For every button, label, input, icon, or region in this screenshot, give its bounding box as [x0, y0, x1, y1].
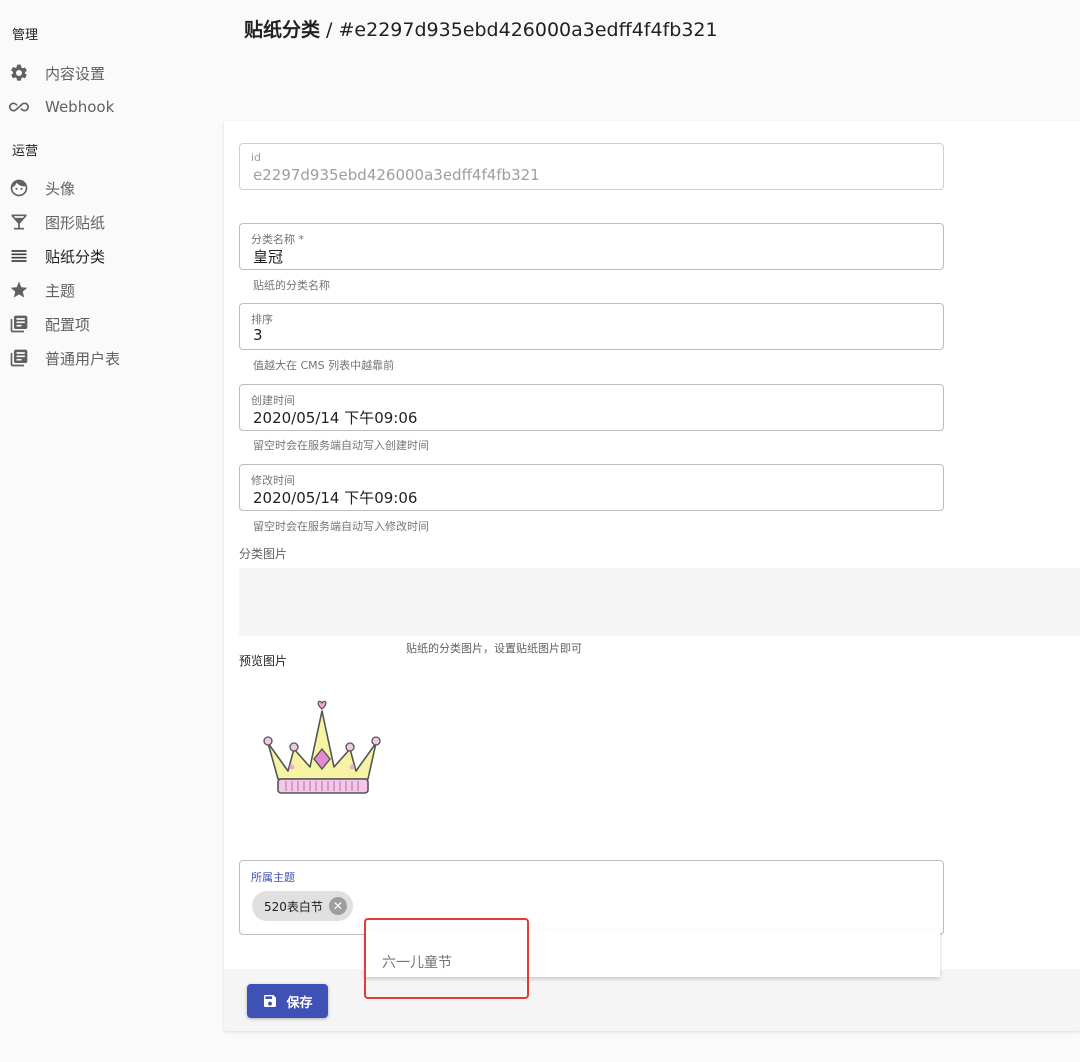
form-toolbar	[224, 969, 1080, 1031]
id-field: id e2297d935ebd426000a3edff4f4fb321	[239, 143, 944, 190]
sidebar-item-label: 主题	[45, 281, 76, 300]
cocktail-icon	[9, 212, 29, 232]
theme-suggestion-dropdown: 六一儿童节	[364, 930, 940, 977]
order-label: 排序	[251, 313, 273, 326]
star-icon	[9, 280, 29, 300]
image-dropzone-helper: 贴纸的分类图片，设置贴纸图片即可	[406, 642, 582, 655]
category-name-label: 分类名称 *	[251, 233, 304, 246]
theme-select-field[interactable]: 所属主题 520表白节 ✕	[239, 860, 944, 935]
theme-suggestion-item[interactable]: 六一儿童节	[382, 952, 452, 972]
theme-field-label: 所属主题	[251, 871, 295, 884]
category-image-label: 分类图片	[239, 547, 288, 561]
sidebar-item-label: 图形贴纸	[45, 213, 106, 232]
face-icon	[9, 178, 29, 198]
save-icon	[264, 995, 277, 1007]
save-button[interactable]: 保存	[247, 984, 328, 1018]
library-icon	[9, 314, 29, 334]
save-button-label: 保存	[286, 995, 313, 1011]
image-dropzone[interactable]	[239, 568, 1080, 636]
page-title-record-id: #e2297d935ebd426000a3edff4f4fb321	[338, 19, 718, 41]
sidebar-item-stickers[interactable]: 图形贴纸	[0, 205, 222, 239]
sidebar-item-label: 内容设置	[45, 64, 106, 83]
sidebar-item-label: Webhook	[45, 98, 115, 116]
sidebar-item-label: 贴纸分类	[45, 247, 106, 266]
created-at-field[interactable]: 创建时间 2020/05/14 下午09:06	[239, 384, 944, 431]
sidebar-item-label: 头像	[45, 179, 76, 198]
sidebar-item-webhook[interactable]: Webhook	[0, 90, 222, 124]
sidebar-item-label: 配置项	[45, 315, 91, 334]
created-at-helper: 留空时会在服务端自动写入创建时间	[253, 439, 429, 452]
updated-at-field[interactable]: 修改时间 2020/05/14 下午09:06	[239, 464, 944, 511]
order-field[interactable]: 排序 3	[239, 303, 944, 350]
id-field-value: e2297d935ebd426000a3edff4f4fb321	[253, 166, 540, 184]
infinity-icon	[9, 97, 29, 117]
library-icon	[9, 348, 29, 368]
sidebar-item-label: 普通用户表	[45, 349, 121, 368]
updated-at-label: 修改时间	[251, 474, 295, 487]
sidebar-item-users[interactable]: 普通用户表	[0, 341, 222, 375]
page-title-resource: 贴纸分类	[244, 19, 321, 41]
created-at-label: 创建时间	[251, 394, 295, 407]
order-value: 3	[253, 326, 263, 344]
order-helper: 值越大在 CMS 列表中越靠前	[253, 359, 395, 372]
sidebar-item-themes[interactable]: 主题	[0, 273, 222, 307]
id-field-label: id	[251, 151, 262, 164]
crown-preview-image	[263, 700, 381, 794]
category-name-field[interactable]: 分类名称 * 皇冠	[239, 223, 944, 270]
page-title: 贴纸分类 / #e2297d935ebd426000a3edff4f4fb321	[244, 15, 718, 42]
gear-icon	[9, 63, 29, 83]
section-title-manage: 管理	[12, 28, 39, 43]
edit-form-card: id e2297d935ebd426000a3edff4f4fb321 分类名称…	[224, 121, 1080, 1031]
sidebar-item-avatar[interactable]: 头像	[0, 171, 222, 205]
updated-at-value: 2020/05/14 下午09:06	[253, 489, 418, 507]
theme-chip-label: 520表白节	[264, 899, 323, 914]
created-at-value: 2020/05/14 下午09:06	[253, 409, 418, 427]
chip-remove-icon[interactable]: ✕	[328, 897, 347, 915]
list-icon	[9, 246, 29, 266]
sidebar-item-sticker-categories[interactable]: 贴纸分类	[0, 239, 222, 273]
sidebar-item-content-settings[interactable]: 内容设置	[0, 56, 222, 90]
page-title-separator: /	[320, 19, 339, 41]
preview-image-label: 预览图片	[239, 654, 288, 668]
updated-at-helper: 留空时会在服务端自动写入修改时间	[253, 520, 429, 533]
section-title-operations: 运营	[12, 144, 39, 159]
category-name-helper: 贴纸的分类名称	[253, 279, 330, 292]
category-name-value: 皇冠	[253, 248, 284, 266]
sidebar-item-config[interactable]: 配置项	[0, 307, 222, 341]
sidebar: 管理 内容设置 Webhook 运营 头像 图形贴纸 贴纸分类 主题 配置项 普…	[0, 0, 222, 1062]
theme-chip[interactable]: 520表白节 ✕	[252, 891, 353, 921]
